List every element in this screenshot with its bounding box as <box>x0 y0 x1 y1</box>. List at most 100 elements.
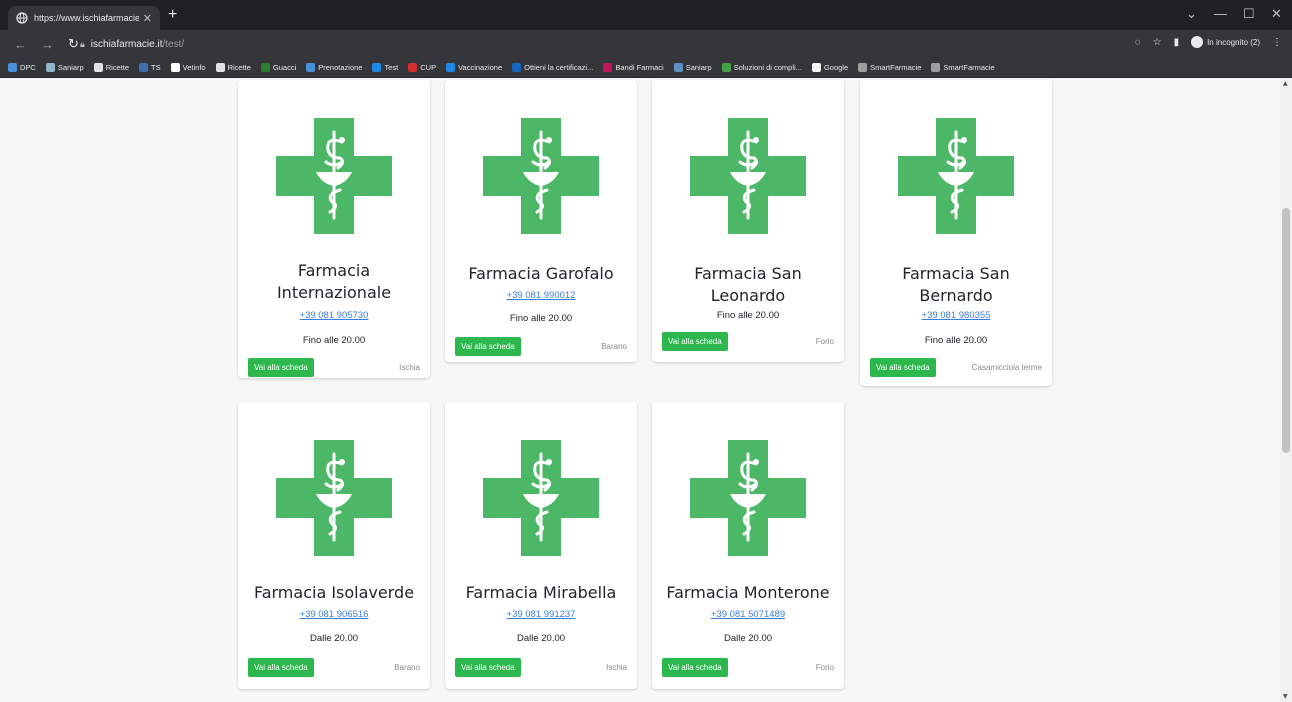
pharmacy-card: Farmacia Garofalo +39 081 990012 Fino alle… <box>445 80 637 362</box>
back-arrow-icon[interactable]: ← <box>14 37 27 52</box>
minimize-button[interactable]: — <box>1214 6 1227 21</box>
bookmark-item[interactable]: Vetinfo <box>170 63 206 72</box>
scroll-up-arrow-icon[interactable]: ▲ <box>1283 80 1288 87</box>
pharmacy-name: Farmacia Monterone <box>660 582 836 604</box>
pharmacy-name-line1: Farmacia San <box>902 264 1010 283</box>
scroll-thumb[interactable] <box>1282 208 1290 453</box>
bookmark-favicon-icon <box>93 63 103 72</box>
phone-link[interactable]: +39 081 905730 <box>246 310 422 321</box>
bookmark-item[interactable]: DPC <box>8 63 36 72</box>
view-details-button[interactable]: Vai alla scheda <box>662 658 728 677</box>
side-panel-icon[interactable]: ▮ <box>1174 37 1180 48</box>
star-icon[interactable]: ☆ <box>1153 37 1162 48</box>
bookmark-item[interactable]: SmartFarmacie <box>931 63 995 72</box>
town-label: Forio <box>815 337 834 346</box>
bookmark-label: Ricette <box>105 63 130 72</box>
bookmark-favicon-icon <box>170 63 180 72</box>
lock-icon[interactable]: 🔒︎ <box>80 39 85 50</box>
bookmark-item[interactable]: CUP <box>408 63 436 72</box>
phone-link[interactable]: +39 081 990012 <box>453 290 629 301</box>
pharmacy-cross-icon <box>276 118 392 234</box>
pharmacy-name-line1: Farmacia San <box>694 264 802 283</box>
bookmark-label: Prenotazione <box>318 63 363 72</box>
bookmark-favicon-icon <box>603 63 613 72</box>
town-label: Ischia <box>606 663 627 672</box>
bookmark-label: Saniarp <box>57 63 84 72</box>
bookmark-label: DPC <box>20 63 36 72</box>
pharmacy-cross-icon <box>898 118 1014 234</box>
bookmark-item[interactable]: TS <box>139 63 161 72</box>
opening-hours: Dalle 20.00 <box>723 633 773 644</box>
incognito-profile-button[interactable]: In incognito (2) <box>1191 36 1260 48</box>
address-bar[interactable]: 🔒︎ ischiafarmacie.it/test/ <box>80 34 1100 54</box>
bookmark-label: Vaccinazione <box>458 63 503 72</box>
bookmark-label: Ricette <box>227 63 251 72</box>
bookmark-item[interactable]: Saniarp <box>45 63 84 72</box>
bookmark-item[interactable]: Test <box>372 63 398 72</box>
bookmark-favicon-icon <box>446 63 456 72</box>
toolbar-actions: ◌ ☆ ▮ In incognito (2) ⋮ <box>1135 36 1282 48</box>
bookmark-favicon-icon <box>858 63 868 72</box>
view-details-button[interactable]: Vai alla scheda <box>248 658 314 677</box>
bookmark-favicon-icon <box>306 63 316 72</box>
pharmacy-name-line2: Internazionale <box>276 283 392 302</box>
bookmark-label: Google <box>823 63 849 72</box>
bookmark-item[interactable]: Saniarp <box>673 63 712 72</box>
bookmark-label: Vetinfo <box>182 63 206 72</box>
url-host: ischiafarmacie.it <box>90 38 163 50</box>
phone-link[interactable]: +39 081 991237 <box>453 609 629 620</box>
pharmacy-card: Farmacia San Bernardo +39 081 980355 Fino a… <box>860 80 1052 386</box>
pharmacy-name-line2: Leonardo <box>710 286 786 305</box>
vertical-scrollbar[interactable]: ▲ ▼ <box>1280 78 1292 702</box>
bookmark-item[interactable]: Google <box>811 63 849 72</box>
bookmark-favicon-icon <box>215 63 225 72</box>
pharmacy-card: Farmacia Isolaverde +39 081 906516 Dalle 2… <box>238 402 430 689</box>
pharmacy-cross-icon <box>483 118 599 234</box>
eye-off-icon[interactable]: ◌ <box>1135 37 1141 48</box>
incognito-icon <box>1191 36 1204 48</box>
bookmark-favicon-icon <box>8 63 17 72</box>
tab-search-chevron-icon[interactable]: ⌄ <box>1186 6 1197 22</box>
scroll-down-arrow-icon[interactable]: ▼ <box>1283 693 1288 700</box>
browser-tab[interactable]: https://www.ischiafarmacie.it/tes ✕ <box>8 6 160 30</box>
bookmark-item[interactable]: SmartFarmacie <box>858 63 921 72</box>
view-details-button[interactable]: Vai alla scheda <box>870 358 936 377</box>
bookmark-item[interactable]: Vaccinazione <box>446 63 502 72</box>
bookmark-item[interactable]: Bandi Farmaci <box>603 63 664 72</box>
pharmacy-name-line1: Farmacia <box>297 261 371 280</box>
bookmark-label: Saniarp <box>685 63 712 72</box>
view-details-button[interactable]: Vai alla scheda <box>455 658 521 677</box>
close-icon[interactable]: ✕ <box>143 12 152 25</box>
bookmark-favicon-icon <box>931 63 941 72</box>
bookmark-item[interactable]: Ricette <box>215 63 251 72</box>
bookmark-item[interactable]: Guacci <box>260 63 297 72</box>
tab-title: https://www.ischiafarmacie.it/tes <box>34 13 139 23</box>
pharmacy-name: Farmacia Internazionale <box>246 260 422 304</box>
pharmacy-name-line2: Bernardo <box>919 286 993 305</box>
bookmark-favicon-icon <box>512 63 522 72</box>
phone-link[interactable]: +39 081 906516 <box>246 609 422 620</box>
reload-icon[interactable]: ↻ <box>68 36 79 52</box>
new-tab-button[interactable]: + <box>168 6 177 24</box>
profile-label: In incognito (2) <box>1207 37 1260 47</box>
bookmark-favicon-icon <box>260 63 270 72</box>
pharmacy-name-line1: Farmacia Mirabella <box>465 583 617 602</box>
kebab-menu-icon[interactable]: ⋮ <box>1272 37 1282 48</box>
bookmark-item[interactable]: Soluzioni di compli... <box>721 63 802 72</box>
bookmark-label: Test <box>384 63 399 72</box>
phone-link[interactable]: +39 081 980355 <box>868 310 1044 321</box>
view-details-button[interactable]: Vai alla scheda <box>455 337 521 356</box>
close-window-button[interactable]: ✕ <box>1271 6 1282 22</box>
bookmark-item[interactable]: Ottieni la certificazi... <box>512 63 593 72</box>
bookmark-item[interactable]: Ricette <box>93 63 130 72</box>
bookmark-label: Ottieni la certificazi... <box>524 63 594 72</box>
phone-link[interactable]: +39 081 5071489 <box>660 609 836 620</box>
bookmark-label: CUP <box>420 63 437 72</box>
bookmark-label: Guacci <box>272 63 297 72</box>
forward-arrow-icon[interactable]: → <box>41 37 54 52</box>
view-details-button[interactable]: Vai alla scheda <box>662 332 728 351</box>
view-details-button[interactable]: Vai alla scheda <box>248 358 314 377</box>
pharmacy-card: Farmacia San Leonardo Fino alle 20.00 Vai a… <box>652 80 844 362</box>
maximize-button[interactable]: ☐ <box>1243 6 1255 22</box>
bookmark-item[interactable]: Prenotazione <box>306 63 362 72</box>
